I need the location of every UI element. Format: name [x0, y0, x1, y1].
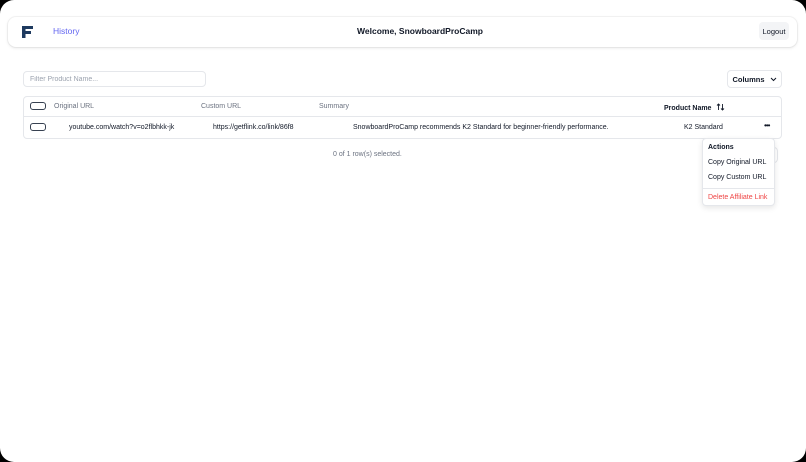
menu-copy-custom-url[interactable]: Copy Custom URL	[708, 174, 766, 181]
logout-label: Logout	[762, 26, 786, 36]
columns-label: Columns	[732, 74, 765, 84]
columns-button[interactable]: Columns	[727, 70, 782, 88]
selection-status: 0 of 1 row(s) selected.	[333, 151, 402, 158]
chevron-down-icon	[770, 77, 776, 81]
menu-divider	[703, 188, 774, 189]
actions-dropdown-menu: Actions Copy Original URL Copy Custom UR…	[702, 138, 775, 206]
logout-button[interactable]: Logout	[759, 22, 789, 40]
select-all-checkbox[interactable]	[30, 102, 46, 110]
cell-custom-url: https://getflink.co/link/86f8	[213, 124, 294, 131]
menu-copy-original-url[interactable]: Copy Original URL	[708, 159, 766, 166]
cell-summary: SnowboardProCamp recommends K2 Standard …	[353, 124, 609, 131]
links-table: Original URL Custom URL Summary Product …	[23, 96, 782, 139]
cell-original-url: youtube.com/watch?v=o2flbhkk-jk	[69, 124, 175, 131]
cell-product-name: K2 Standard	[684, 124, 723, 131]
top-navbar: History Welcome, SnowboardProCamp Logout	[8, 17, 797, 47]
table-header: Original URL Custom URL Summary Product …	[24, 97, 781, 117]
header-product-name[interactable]: Product Name	[664, 103, 725, 112]
row-checkbox[interactable]	[30, 123, 46, 131]
header-custom-url: Custom URL	[201, 103, 242, 110]
menu-delete-affiliate-link[interactable]: Delete Affiliate Link	[708, 194, 767, 201]
sort-arrows-icon	[717, 103, 725, 111]
header-original-url: Original URL	[54, 103, 95, 110]
header-summary: Summary	[319, 103, 349, 110]
filter-product-name-input[interactable]	[23, 71, 206, 87]
menu-title: Actions	[708, 144, 734, 151]
app-window: History Welcome, SnowboardProCamp Logout…	[0, 0, 806, 462]
welcome-title: Welcome, SnowboardProCamp	[357, 26, 483, 36]
row-actions-more-icon[interactable]: •••	[764, 121, 770, 130]
header-product-name-label: Product Name	[664, 105, 712, 112]
table-row: youtube.com/watch?v=o2flbhkk-jk https://…	[24, 116, 781, 138]
